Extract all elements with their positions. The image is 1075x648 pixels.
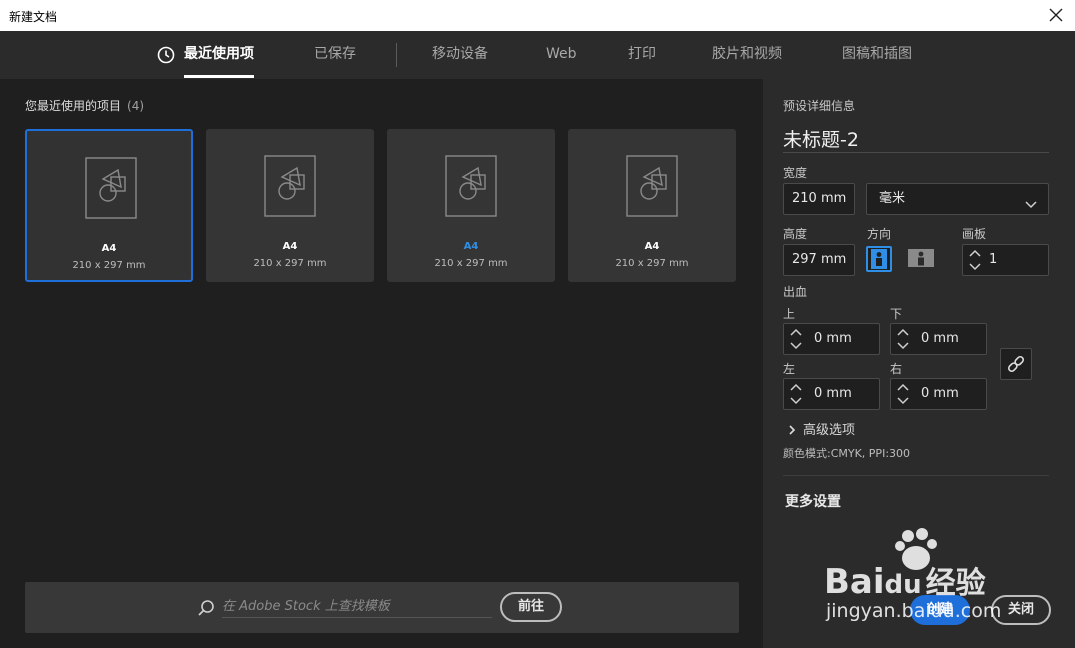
recent-heading-label: 您最近使用的项目 (25, 99, 122, 113)
title-underline (783, 152, 1049, 153)
bleed-top-label: 上 (783, 307, 796, 321)
close-icon[interactable] (1047, 6, 1065, 24)
bleed-bottom-label: 下 (890, 307, 903, 321)
preset-size: 210 x 297 mm (253, 258, 327, 269)
tab-web[interactable]: Web (546, 31, 577, 79)
more-settings-button[interactable]: 更多设置 (785, 491, 841, 511)
window-title: 新建文档 (9, 10, 58, 24)
bleed-right-value: 0 mm (921, 386, 959, 401)
preset-size: 210 x 297 mm (615, 258, 689, 269)
section-divider (783, 475, 1049, 476)
advanced-options-label: 高级选项 (803, 423, 856, 438)
stepper-arrows-icon[interactable] (966, 245, 984, 277)
chevron-down-icon (1024, 193, 1038, 209)
recent-panel: 您最近使用的项目 (4) A4 210 x 297 mm A4 210 x 297… (0, 79, 763, 648)
title-bar: 新建文档 (0, 0, 1075, 31)
preset-details-panel: 预设详细信息 未标题-2 宽度 210 mm 毫米 高度 方向 画板 297 m… (763, 79, 1075, 648)
height-input[interactable]: 297 mm (783, 244, 855, 276)
close-button[interactable]: 关闭 (991, 595, 1051, 625)
unit-select[interactable]: 毫米 (866, 183, 1049, 215)
recent-heading: 您最近使用的项目 (4) (25, 97, 144, 114)
preset-size: 210 x 297 mm (434, 258, 508, 269)
new-document-dialog: 新建文档 最近使用项 已保存 移动设备 Web 打印 胶片和视频 图稿和插图 您… (0, 0, 1075, 648)
stepper-arrows-icon[interactable] (787, 324, 805, 356)
preset-card[interactable]: A4 210 x 297 mm (206, 129, 374, 282)
stock-search-input[interactable] (222, 596, 492, 618)
unit-select-value: 毫米 (879, 191, 906, 206)
bleed-right-stepper[interactable]: 0 mm (890, 378, 987, 410)
create-button[interactable]: 创建 (910, 595, 970, 625)
tab-film-video[interactable]: 胶片和视频 (712, 31, 782, 79)
bleed-bottom-stepper[interactable]: 0 mm (890, 323, 987, 355)
document-shapes-icon (445, 155, 497, 217)
width-label: 宽度 (783, 166, 808, 180)
tab-print[interactable]: 打印 (628, 31, 656, 79)
bleed-left-label: 左 (783, 362, 796, 376)
bleed-bottom-value: 0 mm (921, 331, 959, 346)
tab-art-illustration[interactable]: 图稿和插图 (842, 31, 912, 79)
recent-count: (4) (127, 99, 145, 113)
preset-card[interactable]: A4 210 x 297 mm (568, 129, 736, 282)
artboard-label: 画板 (962, 227, 987, 241)
search-icon (197, 599, 215, 617)
color-mode-summary: 颜色模式:CMYK, PPI:300 (783, 447, 911, 460)
bleed-left-value: 0 mm (814, 386, 852, 401)
go-button[interactable]: 前往 (500, 592, 562, 622)
bleed-top-value: 0 mm (814, 331, 852, 346)
tab-recent[interactable]: 最近使用项 (184, 31, 254, 79)
link-bleed-button[interactable] (1000, 348, 1032, 380)
preset-size: 210 x 297 mm (72, 260, 146, 271)
bleed-top-stepper[interactable]: 0 mm (783, 323, 880, 355)
landscape-orientation-button[interactable] (907, 246, 934, 272)
preset-card[interactable]: A4 210 x 297 mm (387, 129, 555, 282)
stepper-arrows-icon[interactable] (894, 324, 912, 356)
tab-mobile[interactable]: 移动设备 (432, 31, 488, 79)
bleed-left-stepper[interactable]: 0 mm (783, 378, 880, 410)
bleed-right-label: 右 (890, 362, 903, 376)
chevron-right-icon (787, 424, 797, 435)
orientation-label: 方向 (867, 227, 892, 241)
link-icon (1001, 355, 1031, 383)
preset-name: A4 (463, 241, 479, 252)
stock-search-bar: 前往 (25, 582, 739, 633)
artboard-value: 1 (989, 252, 998, 267)
height-label: 高度 (783, 227, 808, 241)
stepper-arrows-icon[interactable] (894, 379, 912, 411)
stepper-arrows-icon[interactable] (787, 379, 805, 411)
preset-name: A4 (644, 241, 660, 252)
document-name-input[interactable]: 未标题-2 (783, 125, 859, 152)
document-shapes-icon (626, 155, 678, 217)
width-input[interactable]: 210 mm (783, 183, 855, 215)
document-shapes-icon (264, 155, 316, 217)
document-shapes-icon (85, 157, 137, 219)
advanced-options-toggle[interactable]: 高级选项 (787, 419, 855, 438)
preset-name: A4 (101, 243, 117, 254)
details-heading: 预设详细信息 (783, 99, 856, 113)
portrait-orientation-button[interactable] (866, 246, 892, 272)
preset-name: A4 (282, 241, 298, 252)
tab-saved[interactable]: 已保存 (314, 31, 356, 79)
clock-icon (157, 46, 175, 64)
tab-divider (396, 43, 397, 67)
artboard-stepper[interactable]: 1 (962, 244, 1049, 276)
bleed-label: 出血 (783, 285, 808, 299)
preset-card[interactable]: A4 210 x 297 mm (25, 129, 193, 282)
